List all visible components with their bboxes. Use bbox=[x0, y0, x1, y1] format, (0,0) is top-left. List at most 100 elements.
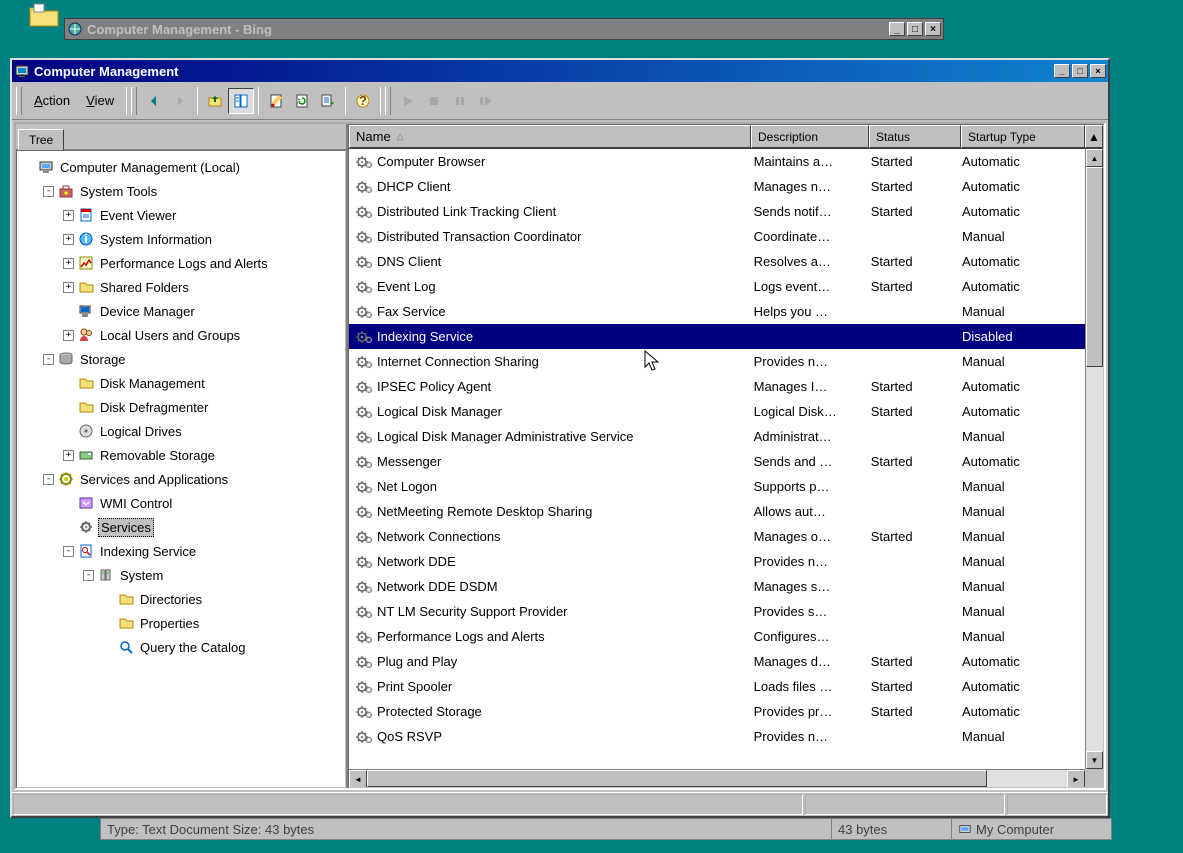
toolbar-handle-3[interactable] bbox=[385, 87, 391, 115]
scroll-thumb[interactable] bbox=[1086, 167, 1103, 367]
expand-toggle[interactable]: + bbox=[63, 450, 74, 461]
help-button[interactable]: ? bbox=[350, 88, 376, 114]
service-startup: Manual bbox=[956, 729, 1085, 744]
scroll-left-button[interactable]: ◄ bbox=[349, 770, 367, 787]
service-row[interactable]: Performance Logs and AlertsConfigures…Ma… bbox=[349, 624, 1085, 649]
export-list-button[interactable] bbox=[315, 88, 341, 114]
tree-view[interactable]: Computer Management (Local)-System Tools… bbox=[16, 150, 346, 788]
tree-item[interactable]: Disk Defragmenter bbox=[19, 395, 343, 419]
scroll-right-button[interactable]: ► bbox=[1067, 770, 1085, 787]
tree-item[interactable]: Device Manager bbox=[19, 299, 343, 323]
tree-item[interactable]: +Performance Logs and Alerts bbox=[19, 251, 343, 275]
tree-item[interactable]: -System Tools bbox=[19, 179, 343, 203]
service-row[interactable]: Network DDE DSDMManages s…Manual bbox=[349, 574, 1085, 599]
tree-item[interactable]: -Indexing Service bbox=[19, 539, 343, 563]
show-tree-button[interactable] bbox=[228, 88, 254, 114]
tree-item[interactable]: + Removable Storage bbox=[19, 443, 343, 467]
tree-item[interactable]: Directories bbox=[19, 587, 343, 611]
scroll-thumb-h[interactable] bbox=[367, 770, 987, 787]
service-row[interactable]: Plug and PlayManages d…StartedAutomatic bbox=[349, 649, 1085, 674]
tree-tab[interactable]: Tree bbox=[18, 129, 64, 150]
service-row[interactable]: Network ConnectionsManages o…StartedManu… bbox=[349, 524, 1085, 549]
service-row[interactable]: Logical Disk Manager Administrative Serv… bbox=[349, 424, 1085, 449]
column-startup-type[interactable]: Startup Type bbox=[961, 125, 1085, 148]
tree-item[interactable]: Query the Catalog bbox=[19, 635, 343, 659]
tree-item[interactable]: +Local Users and Groups bbox=[19, 323, 343, 347]
service-row[interactable]: QoS RSVPProvides n…Manual bbox=[349, 724, 1085, 749]
service-list[interactable]: Computer BrowserMaintains a…StartedAutom… bbox=[349, 149, 1085, 749]
tree-item[interactable]: Disk Management bbox=[19, 371, 343, 395]
tree-item[interactable]: Services bbox=[19, 515, 343, 539]
service-row[interactable]: NetMeeting Remote Desktop SharingAllows … bbox=[349, 499, 1085, 524]
service-row[interactable]: Distributed Link Tracking ClientSends no… bbox=[349, 199, 1085, 224]
properties-button[interactable] bbox=[263, 88, 289, 114]
expand-toggle[interactable]: + bbox=[63, 234, 74, 245]
service-status: Started bbox=[865, 704, 956, 719]
tree-item[interactable]: +Shared Folders bbox=[19, 275, 343, 299]
toolbar-handle[interactable] bbox=[16, 87, 22, 115]
service-row[interactable]: Fax ServiceHelps you …Manual bbox=[349, 299, 1085, 324]
expand-toggle[interactable]: + bbox=[63, 210, 74, 221]
bg-minimize-button[interactable]: _ bbox=[889, 22, 905, 36]
expand-toggle[interactable]: + bbox=[63, 330, 74, 341]
vertical-scrollbar[interactable]: ▲ ▼ bbox=[1085, 149, 1103, 769]
service-row[interactable]: DNS ClientResolves a…StartedAutomatic bbox=[349, 249, 1085, 274]
tree-item-label: Event Viewer bbox=[98, 207, 178, 224]
service-row[interactable]: Network DDEProvides n…Manual bbox=[349, 549, 1085, 574]
maximize-button[interactable]: □ bbox=[1072, 64, 1088, 78]
bg-close-button[interactable]: × bbox=[925, 22, 941, 36]
service-row[interactable]: Distributed Transaction CoordinatorCoord… bbox=[349, 224, 1085, 249]
expand-toggle[interactable]: + bbox=[63, 258, 74, 269]
scroll-down-button[interactable]: ▼ bbox=[1086, 751, 1103, 769]
tree-item[interactable]: WMI Control bbox=[19, 491, 343, 515]
service-description: Maintains a… bbox=[748, 154, 865, 169]
tree-item[interactable]: -System bbox=[19, 563, 343, 587]
minimize-button[interactable]: _ bbox=[1054, 64, 1070, 78]
main-window: Computer Management _ □ × Action View ? bbox=[10, 58, 1110, 818]
tree-item[interactable]: -Storage bbox=[19, 347, 343, 371]
service-row[interactable]: MessengerSends and …StartedAutomatic bbox=[349, 449, 1085, 474]
tree-item-label: Removable Storage bbox=[98, 447, 217, 464]
tree-item[interactable]: Computer Management (Local) bbox=[19, 155, 343, 179]
service-row[interactable]: Logical Disk ManagerLogical Disk…Started… bbox=[349, 399, 1085, 424]
service-row[interactable]: Event LogLogs event…StartedAutomatic bbox=[349, 274, 1085, 299]
service-row[interactable]: Net LogonSupports p…Manual bbox=[349, 474, 1085, 499]
expand-toggle[interactable]: + bbox=[63, 282, 74, 293]
service-row[interactable]: Computer BrowserMaintains a…StartedAutom… bbox=[349, 149, 1085, 174]
expand-toggle[interactable]: - bbox=[63, 546, 74, 557]
service-name: QoS RSVP bbox=[377, 729, 442, 744]
horizontal-scrollbar[interactable]: ◄ ► bbox=[349, 769, 1085, 787]
bg-maximize-button[interactable]: □ bbox=[907, 22, 923, 36]
service-row[interactable]: Print SpoolerLoads files …StartedAutomat… bbox=[349, 674, 1085, 699]
service-row[interactable]: Internet Connection SharingProvides n…Ma… bbox=[349, 349, 1085, 374]
tree-item[interactable]: +iSystem Information bbox=[19, 227, 343, 251]
tools-icon bbox=[58, 183, 74, 199]
tree-item[interactable]: + Event Viewer bbox=[19, 203, 343, 227]
service-row[interactable]: NT LM Security Support ProviderProvides … bbox=[349, 599, 1085, 624]
toolbar-handle-2[interactable] bbox=[131, 87, 137, 115]
close-button[interactable]: × bbox=[1090, 64, 1106, 78]
service-description: Loads files … bbox=[748, 679, 865, 694]
scroll-up-button[interactable]: ▲ bbox=[1086, 149, 1103, 167]
back-button[interactable] bbox=[141, 88, 167, 114]
up-folder-button[interactable] bbox=[202, 88, 228, 114]
expand-toggle[interactable]: - bbox=[83, 570, 94, 581]
tree-item[interactable]: -Services and Applications bbox=[19, 467, 343, 491]
refresh-button[interactable] bbox=[289, 88, 315, 114]
column-name[interactable]: Name△ bbox=[349, 125, 751, 148]
service-row[interactable]: Protected StorageProvides pr…StartedAuto… bbox=[349, 699, 1085, 724]
menu-action[interactable]: Action bbox=[26, 89, 78, 112]
service-description: Provides pr… bbox=[748, 704, 865, 719]
column-description[interactable]: Description bbox=[751, 125, 869, 148]
tree-item[interactable]: Properties bbox=[19, 611, 343, 635]
expand-toggle[interactable]: - bbox=[43, 354, 54, 365]
tree-item[interactable]: Logical Drives bbox=[19, 419, 343, 443]
service-row[interactable]: Indexing ServiceDisabled bbox=[349, 324, 1085, 349]
service-row[interactable]: IPSEC Policy AgentManages I…StartedAutom… bbox=[349, 374, 1085, 399]
expand-toggle[interactable]: - bbox=[43, 186, 54, 197]
app-icon bbox=[14, 63, 30, 79]
column-status[interactable]: Status bbox=[869, 125, 961, 148]
expand-toggle[interactable]: - bbox=[43, 474, 54, 485]
service-row[interactable]: DHCP ClientManages n…StartedAutomatic bbox=[349, 174, 1085, 199]
menu-view[interactable]: View bbox=[78, 89, 122, 112]
